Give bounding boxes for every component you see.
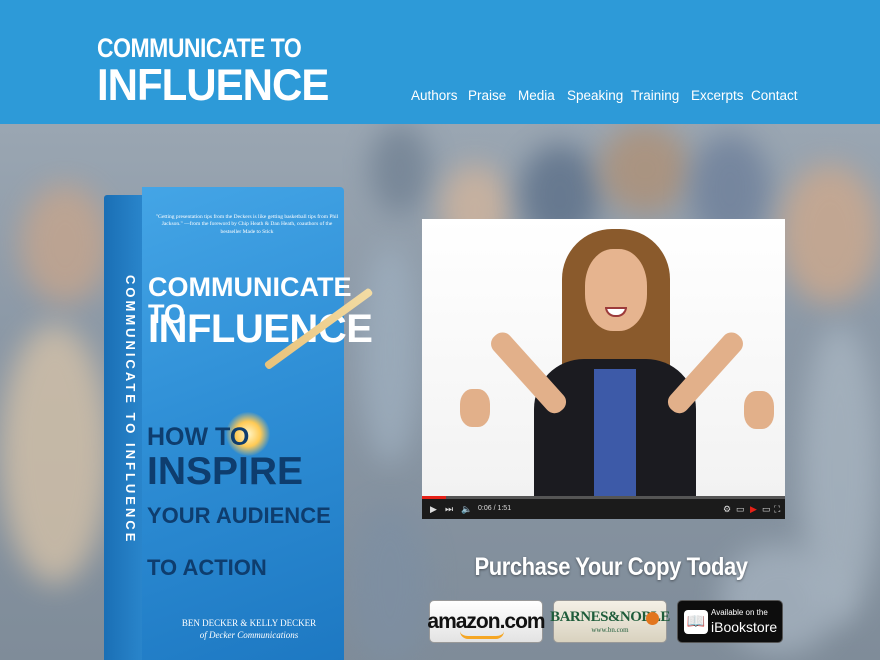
- ibook-line1: Available on the: [711, 608, 768, 617]
- youtube-icon[interactable]: ▶: [750, 503, 757, 515]
- amazon-button[interactable]: amazon.com: [427, 600, 546, 643]
- book-quote: "Getting presentation tips from the Deck…: [155, 214, 339, 235]
- speaker-hand-right: [744, 391, 774, 429]
- book-spine-title: COMMUNICATE TO INFLUENCE: [123, 275, 138, 545]
- book-cover-image: COMMUNICATE TO INFLUENCE "Getting presen…: [104, 187, 374, 660]
- book-authors: BEN DECKER & KELLY DECKER of Decker Comm…: [164, 618, 334, 641]
- ibook-line2: iBookstore: [711, 619, 778, 635]
- book-subtitle-line2: INSPIRE: [147, 450, 304, 493]
- video-controls: ▶ ⏭ 🔈 0:06 / 1:51 ⚙ ▭ ▶ ▭ ⛶: [422, 499, 785, 519]
- barnes-noble-button[interactable]: BARNES&NOBLE www.bn.com: [550, 600, 670, 643]
- main-nav: Authors Praise Media Speaking Training E…: [0, 88, 880, 108]
- ibookstore-button[interactable]: 📖 Available on the iBookstore: [677, 600, 783, 643]
- volume-icon[interactable]: 🔈: [461, 503, 472, 515]
- captions-icon[interactable]: ▭: [736, 503, 745, 515]
- nav-speaking[interactable]: Speaking: [567, 88, 623, 103]
- bn-dot-icon: [646, 612, 659, 625]
- amazon-smile-icon: [460, 631, 504, 639]
- bn-url: www.bn.com: [591, 626, 629, 634]
- nav-praise[interactable]: Praise: [468, 88, 506, 103]
- video-time: 0:06 / 1:51: [478, 505, 512, 512]
- book-authors-names: BEN DECKER & KELLY DECKER: [181, 618, 317, 628]
- ibooks-icon: 📖: [684, 610, 708, 634]
- theater-icon[interactable]: ▭: [762, 503, 771, 515]
- book-subtitle-line4: TO ACTION: [147, 555, 267, 580]
- nav-authors[interactable]: Authors: [411, 88, 458, 103]
- video-player[interactable]: ▶ ⏭ 🔈 0:06 / 1:51 ⚙ ▭ ▶ ▭ ⛶: [422, 219, 785, 519]
- next-icon[interactable]: ⏭: [445, 503, 453, 515]
- speaker-hand-left: [460, 389, 490, 427]
- nav-training[interactable]: Training: [631, 88, 679, 103]
- book-subtitle-line3: YOUR AUDIENCE: [147, 503, 331, 528]
- nav-excerpts[interactable]: Excerpts: [691, 88, 744, 103]
- speaker-shirt: [594, 369, 636, 499]
- logo-line1: COMMUNICATE TO: [97, 32, 302, 63]
- purchase-heading: Purchase Your Copy Today: [474, 553, 748, 581]
- book-authors-company: of Decker Communications: [199, 629, 299, 640]
- book-spine: COMMUNICATE TO INFLUENCE: [104, 195, 144, 660]
- book-subtitle-line1: HOW TO: [147, 423, 250, 451]
- fullscreen-icon[interactable]: ⛶: [774, 503, 780, 515]
- nav-contact[interactable]: Contact: [751, 88, 798, 103]
- settings-icon[interactable]: ⚙: [723, 503, 731, 515]
- play-icon[interactable]: ▶: [430, 503, 437, 515]
- speaker-face: [585, 249, 647, 331]
- site-header: COMMUNICATE TO INFLUENCE Authors Praise …: [0, 0, 880, 124]
- amazon-label: amazon.com: [427, 609, 545, 633]
- video-frame[interactable]: [422, 219, 785, 499]
- nav-media[interactable]: Media: [518, 88, 555, 103]
